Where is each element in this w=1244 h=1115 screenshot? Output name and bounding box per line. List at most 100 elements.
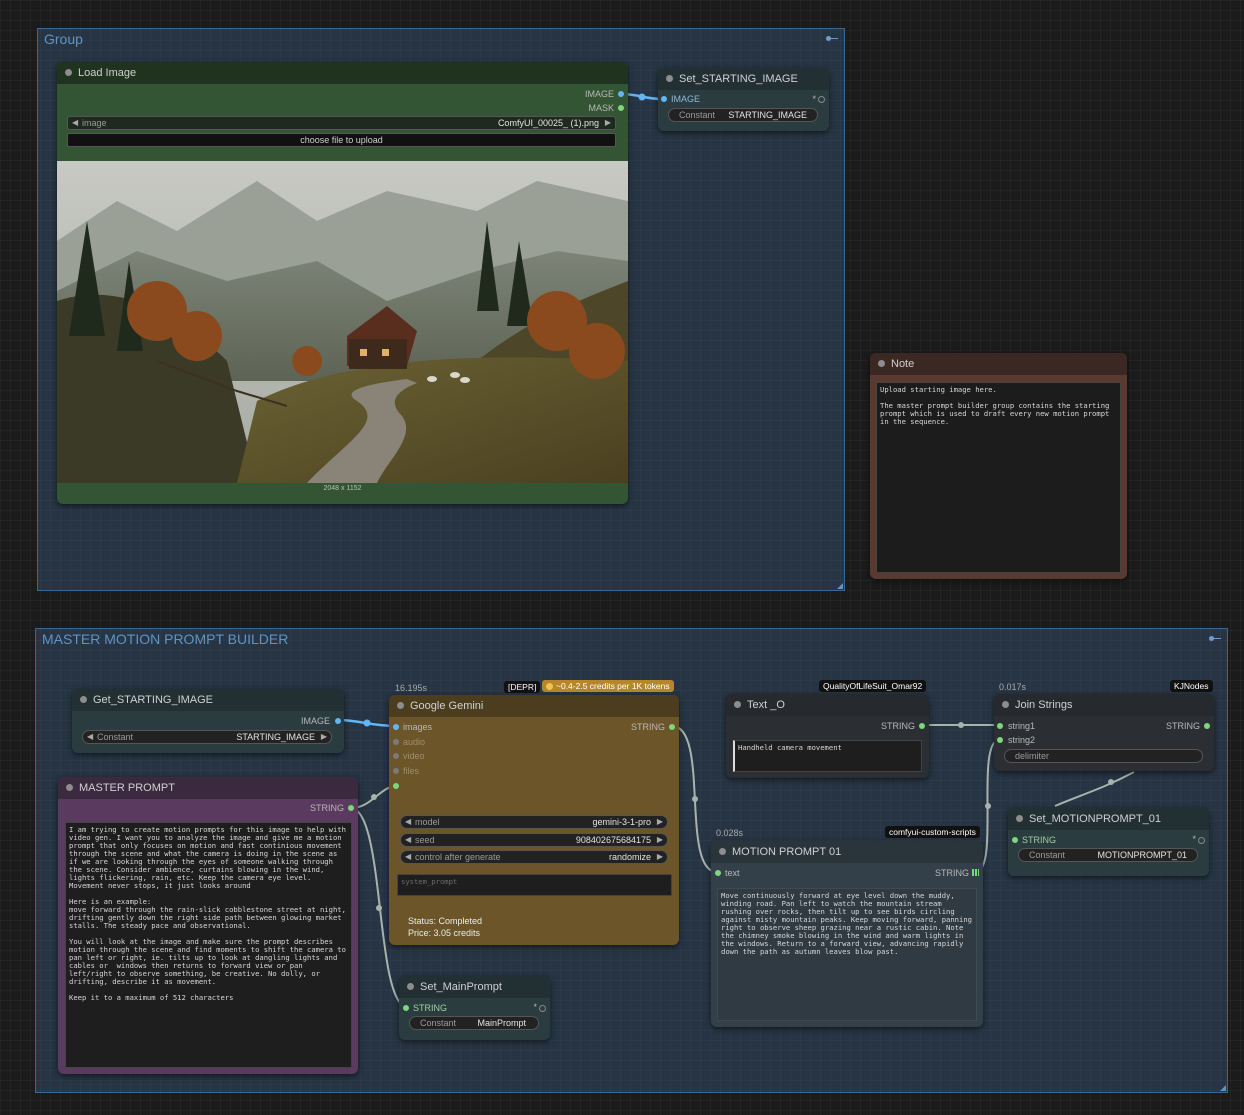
constant-widget[interactable]: Constant MainPrompt <box>409 1016 539 1030</box>
arrow-right-icon[interactable]: ▶ <box>657 852 663 861</box>
input-socket-string2[interactable] <box>997 737 1003 743</box>
output-socket[interactable] <box>1198 837 1205 844</box>
node-header[interactable]: Get_STARTING_IMAGE <box>72 689 344 711</box>
join-timing: 0.017s <box>999 682 1027 692</box>
collapse-dot-icon[interactable] <box>407 983 414 990</box>
note-node[interactable]: Note Upload starting image here. The mas… <box>870 353 1127 579</box>
arrow-right-icon[interactable]: ▶ <box>321 732 327 741</box>
node-header[interactable]: Google Gemini <box>389 695 679 717</box>
gemini-price: Price: 3.05 credits <box>408 928 481 938</box>
widget-value: ComfyUI_00025_ (1).png <box>497 118 599 128</box>
set-mainprompt-node[interactable]: Set_MainPrompt STRING * Constant MainPro… <box>399 976 550 1040</box>
star-icon: * <box>812 94 816 104</box>
node-header[interactable]: Set_MOTIONPROMPT_01 <box>1008 808 1209 830</box>
arrow-left-icon[interactable]: ◀ <box>72 118 78 127</box>
join-strings-node[interactable]: Join Strings string1 string2 STRING deli… <box>994 694 1214 771</box>
input-socket-text[interactable] <box>715 870 721 876</box>
collapse-dot-icon[interactable] <box>65 69 72 76</box>
output-socket-string[interactable] <box>919 723 925 729</box>
output-socket-string[interactable] <box>348 805 354 811</box>
collapse-dot-icon[interactable] <box>666 75 673 82</box>
collapse-dot-icon[interactable] <box>66 784 73 791</box>
node-title: Set_MOTIONPROMPT_01 <box>1029 813 1162 825</box>
master-prompt-node[interactable]: MASTER PROMPT STRING I am trying to crea… <box>58 777 358 1074</box>
pin-icon[interactable] <box>826 35 838 41</box>
node-header[interactable]: Note <box>870 353 1127 375</box>
input-socket-string1[interactable] <box>997 723 1003 729</box>
load-image-node[interactable]: Load Image IMAGE MASK ◀ image ComfyUI_00… <box>57 62 628 504</box>
control-after-generate-widget[interactable]: ◀ control after generate randomize ▶ <box>400 850 668 864</box>
text-o-node[interactable]: Text _O STRING Handheld camera movement <box>726 694 929 778</box>
master-prompt-text[interactable]: I am trying to create motion prompts for… <box>65 822 352 1068</box>
set-motionprompt-node[interactable]: Set_MOTIONPROMPT_01 STRING * Constant MO… <box>1008 808 1209 876</box>
node-header[interactable]: Join Strings <box>994 694 1214 716</box>
collapse-dot-icon[interactable] <box>878 360 885 367</box>
output-socket-mask[interactable] <box>618 105 624 111</box>
node-header[interactable]: Set_MainPrompt <box>399 976 550 998</box>
input-socket-audio[interactable] <box>393 739 399 745</box>
input-socket-image[interactable] <box>661 96 667 102</box>
set-starting-image-node[interactable]: Set_STARTING_IMAGE IMAGE * Constant STAR… <box>658 68 829 131</box>
output-socket[interactable] <box>539 1005 546 1012</box>
node-header[interactable]: Text _O <box>726 694 929 716</box>
grid-socket-icon[interactable] <box>972 869 979 876</box>
system-prompt-field[interactable]: system_prompt <box>397 874 672 896</box>
widget-value: STARTING_IMAGE <box>236 732 315 742</box>
pin-icon[interactable] <box>1209 635 1221 641</box>
node-header[interactable]: MASTER PROMPT <box>58 777 358 799</box>
arrow-right-icon[interactable]: ▶ <box>657 835 663 844</box>
resize-handle-icon[interactable] <box>837 583 843 589</box>
input-socket-prompt[interactable] <box>393 783 399 789</box>
constant-widget[interactable]: Constant MOTIONPROMPT_01 <box>1018 848 1198 862</box>
delimiter-field[interactable]: delimiter <box>1004 749 1203 763</box>
gemini-status: Status: Completed <box>408 916 483 926</box>
node-header[interactable]: MOTION PROMPT 01 <box>711 841 983 863</box>
node-header[interactable]: Set_STARTING_IMAGE <box>658 68 829 90</box>
widget-value: STARTING_IMAGE <box>728 110 807 120</box>
group-title: Group <box>44 31 83 47</box>
arrow-left-icon[interactable]: ◀ <box>87 732 93 741</box>
arrow-left-icon[interactable]: ◀ <box>405 835 411 844</box>
output-socket-string[interactable] <box>669 724 675 730</box>
collapse-dot-icon[interactable] <box>80 696 87 703</box>
input-label-string: STRING <box>1022 835 1057 845</box>
collapse-dot-icon[interactable] <box>734 701 741 708</box>
image-combo-widget[interactable]: ◀ image ComfyUI_00025_ (1).png ▶ <box>67 116 616 130</box>
input-label-audio: audio <box>403 737 426 747</box>
upload-button[interactable]: choose file to upload <box>67 133 616 147</box>
google-gemini-node[interactable]: Google Gemini images audio video files S… <box>389 695 679 945</box>
node-header[interactable]: Load Image <box>57 62 628 84</box>
get-starting-image-node[interactable]: Get_STARTING_IMAGE IMAGE ◀ Constant STAR… <box>72 689 344 753</box>
collapse-dot-icon[interactable] <box>1002 701 1009 708</box>
input-socket-video[interactable] <box>393 753 399 759</box>
collapse-dot-icon[interactable] <box>1016 815 1023 822</box>
input-label-string2: string2 <box>1008 735 1036 745</box>
input-socket-string[interactable] <box>1012 837 1018 843</box>
arrow-left-icon[interactable]: ◀ <box>405 852 411 861</box>
output-label-string: STRING <box>880 721 915 731</box>
output-socket-string[interactable] <box>1204 723 1210 729</box>
collapse-dot-icon[interactable] <box>719 848 726 855</box>
arrow-right-icon[interactable]: ▶ <box>605 118 611 127</box>
motion-badge: comfyui-custom-scripts <box>885 826 980 838</box>
output-socket-image[interactable] <box>618 91 624 97</box>
motion-prompt-node[interactable]: MOTION PROMPT 01 text STRING Move contin… <box>711 841 983 1027</box>
motion-prompt-text[interactable]: Move continuously forward at eye level d… <box>717 888 977 1021</box>
seed-widget[interactable]: ◀ seed 908402675684175 ▶ <box>400 833 668 847</box>
model-widget[interactable]: ◀ model gemini-3-1-pro ▶ <box>400 815 668 829</box>
output-label-string: STRING <box>309 803 344 813</box>
output-socket-image[interactable] <box>335 718 341 724</box>
input-socket-images[interactable] <box>393 724 399 730</box>
constant-widget[interactable]: Constant STARTING_IMAGE <box>668 108 818 122</box>
input-socket-string[interactable] <box>403 1005 409 1011</box>
constant-widget[interactable]: ◀ Constant STARTING_IMAGE ▶ <box>82 730 332 744</box>
note-text[interactable]: Upload starting image here. The master p… <box>876 382 1121 573</box>
collapse-dot-icon[interactable] <box>397 702 404 709</box>
text-o-field[interactable]: Handheld camera movement <box>733 740 922 772</box>
input-socket-files[interactable] <box>393 768 399 774</box>
resize-handle-icon[interactable] <box>1220 1085 1226 1091</box>
arrow-right-icon[interactable]: ▶ <box>657 817 663 826</box>
input-label-files: files <box>403 766 420 776</box>
output-socket[interactable] <box>818 96 825 103</box>
arrow-left-icon[interactable]: ◀ <box>405 817 411 826</box>
